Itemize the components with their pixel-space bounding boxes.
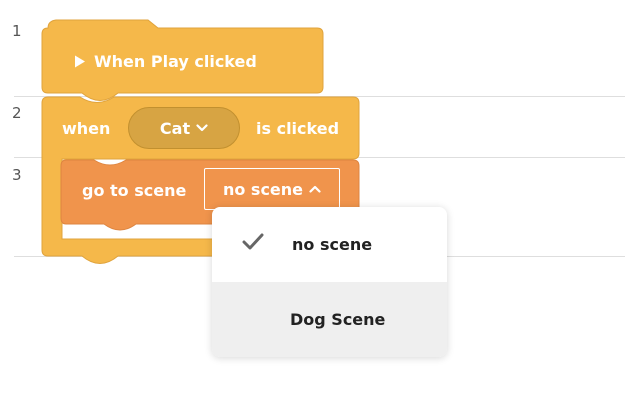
- chevron-up-icon: [309, 185, 321, 193]
- scene-dropdown-menu: no scene Dog Scene: [212, 207, 447, 357]
- menu-option-label: no scene: [292, 235, 373, 254]
- scene-dropdown[interactable]: no scene: [204, 168, 340, 210]
- menu-option-no-scene[interactable]: no scene: [212, 207, 447, 282]
- go-to-scene-label: go to scene: [82, 181, 187, 200]
- menu-option-dog-scene[interactable]: Dog Scene: [212, 282, 447, 357]
- play-triangle-icon: [75, 55, 85, 68]
- menu-option-label: Dog Scene: [290, 310, 386, 329]
- when-play-clicked-label: When Play clicked: [74, 52, 257, 71]
- chevron-down-icon: [196, 124, 208, 132]
- check-icon: [242, 233, 264, 250]
- when-play-clicked-text: When Play clicked: [94, 52, 257, 71]
- scene-dropdown-value: no scene: [222, 179, 304, 199]
- sprite-dropdown-value: Cat: [159, 118, 191, 138]
- when-prefix-label: when: [62, 119, 111, 138]
- sprite-dropdown[interactable]: Cat: [128, 107, 240, 149]
- is-clicked-label: is clicked: [256, 119, 340, 138]
